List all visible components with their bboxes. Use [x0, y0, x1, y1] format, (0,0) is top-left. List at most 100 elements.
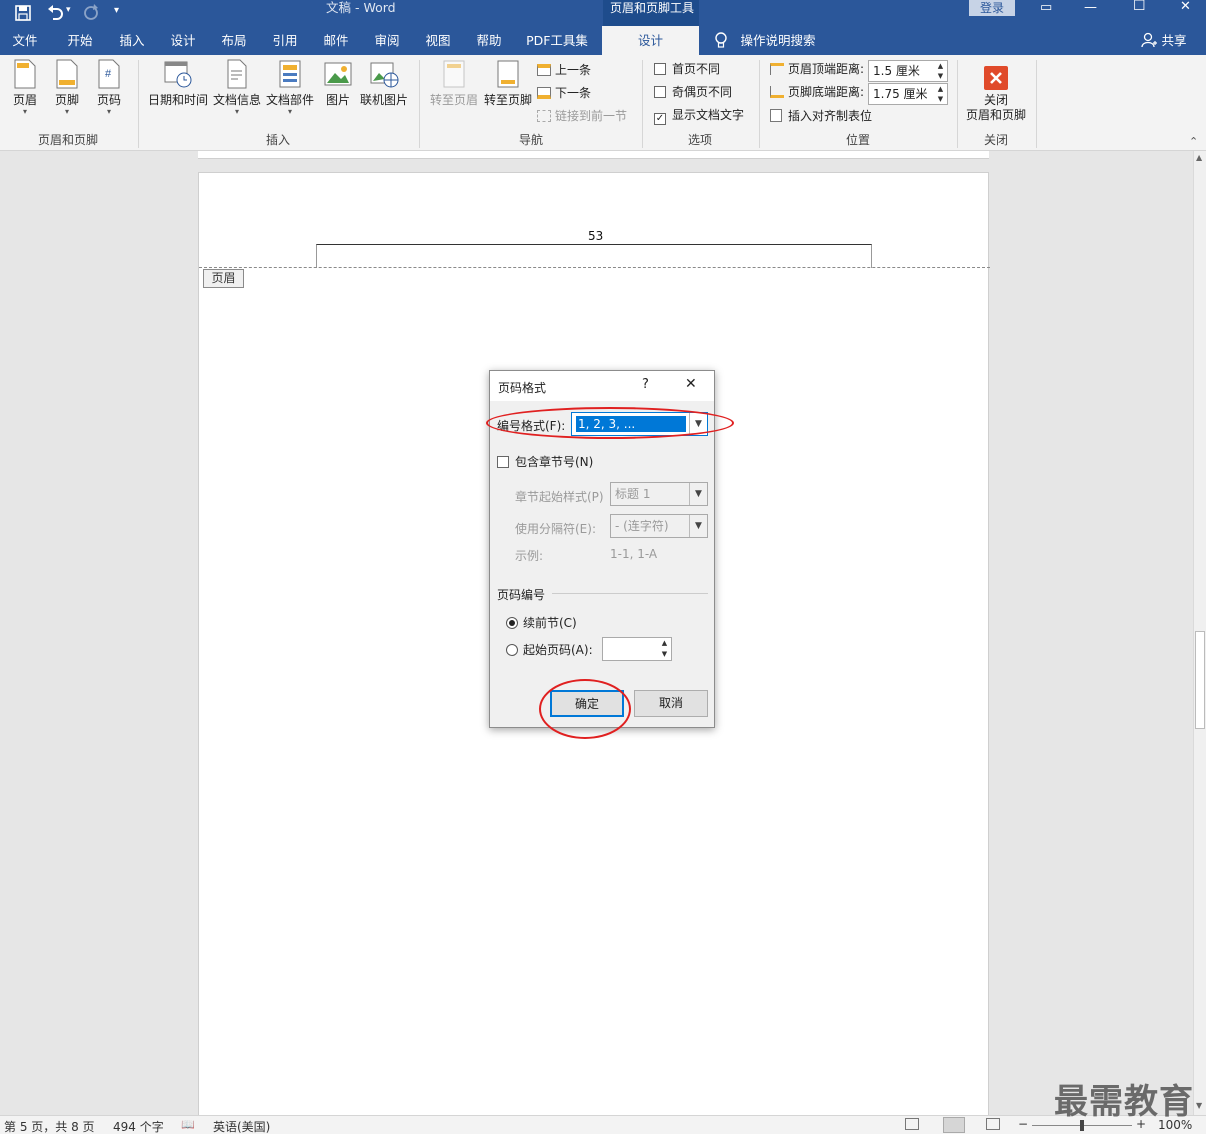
datetime-label: 日期和时间 [147, 93, 208, 107]
footer-button[interactable]: 页脚 ▾ [50, 59, 84, 116]
next-icon [537, 87, 551, 99]
separator-value: - (连字符) [615, 519, 669, 533]
proofing-icon[interactable]: 📖 [181, 1118, 195, 1131]
undo-icon[interactable] [46, 3, 64, 21]
start-at-label: 起始页码(A): [523, 643, 593, 657]
datetime-button[interactable]: 日期和时间 [146, 59, 210, 108]
quickparts-button[interactable]: 文档部件 ▾ [264, 59, 316, 116]
chevron-down-icon[interactable]: ▼ [689, 483, 707, 505]
tab-design[interactable]: 设计 [161, 26, 205, 55]
example-label: 示例: [515, 549, 544, 563]
header-top-spinner[interactable]: 1.5 厘米 ▲ ▼ [868, 60, 948, 82]
login-button[interactable]: 登录 [969, 0, 1015, 16]
picture-label: 图片 [325, 93, 350, 107]
customize-qat-icon[interactable]: ▾ [114, 5, 119, 16]
separator-combo[interactable]: - (连字符) ▼ [610, 514, 708, 538]
header-button[interactable]: 页眉 ▾ [8, 59, 42, 116]
chevron-down-icon: ▾ [234, 107, 239, 116]
show-document-text-checkbox[interactable]: ✓ 显示文档文字 [654, 105, 744, 125]
calendar-clock-icon [164, 61, 192, 88]
share-button[interactable]: 共享 [1158, 26, 1190, 55]
tab-file[interactable]: 文件 [4, 26, 46, 55]
cancel-button[interactable]: 取消 [634, 690, 708, 717]
goto-footer-button[interactable]: 转至页脚 [482, 59, 534, 108]
online-picture-button[interactable]: 联机图片 [358, 59, 410, 108]
page-count[interactable]: 第 5 页，共 8 页 [4, 1118, 95, 1134]
tab-mailings[interactable]: 邮件 [314, 26, 358, 55]
close-button[interactable]: ✕ [1180, 0, 1191, 14]
tab-pdf-tools[interactable]: PDF工具集 [520, 26, 594, 55]
different-odd-even-checkbox[interactable]: 奇偶页不同 [654, 82, 732, 102]
include-chapter-checkbox[interactable]: 包含章节号(N) [497, 453, 593, 470]
start-at-spinner[interactable]: ▲ ▼ [602, 637, 672, 661]
redo-icon[interactable] [82, 3, 100, 21]
web-layout-icon[interactable] [986, 1118, 1000, 1130]
group-label-options: 选项 [687, 133, 712, 147]
goto-header-button[interactable]: 转至页眉 [428, 59, 480, 108]
dialog-close-button[interactable]: ✕ [685, 376, 697, 392]
tab-layout[interactable]: 布局 [212, 26, 256, 55]
group-divider [138, 60, 139, 148]
scroll-thumb[interactable] [1195, 631, 1205, 729]
maximize-button[interactable]: ☐ [1133, 0, 1146, 14]
checkbox-box [654, 86, 666, 98]
tab-hf-design[interactable]: 设计 [602, 26, 699, 55]
start-at-radio[interactable]: 起始页码(A): [506, 641, 593, 658]
page-number-icon: # [98, 59, 120, 89]
link-icon [537, 110, 551, 122]
vertical-scrollbar[interactable]: ▲ ▼ [1193, 151, 1206, 1115]
next-button[interactable]: 下一条 [537, 83, 591, 103]
picture-button[interactable]: 图片 [322, 59, 354, 108]
spinner-arrows-icon[interactable]: ▲ ▼ [658, 638, 671, 660]
word-count[interactable]: 494 个字 [113, 1118, 164, 1134]
chevron-down-icon: ▾ [64, 107, 69, 116]
zoom-out-button[interactable]: − [1018, 1117, 1028, 1131]
close-header-footer-button[interactable]: 关闭 页眉和页脚 [962, 59, 1030, 123]
read-mode-icon[interactable] [905, 1118, 919, 1130]
previous-button[interactable]: 上一条 [537, 60, 591, 80]
footer-bottom-distance-label: 页脚底端距离: [770, 82, 864, 102]
continue-previous-radio[interactable]: 续前节(C) [506, 614, 577, 631]
header-distance-icon [770, 63, 784, 75]
scroll-up-icon[interactable]: ▲ [1196, 153, 1202, 162]
collapse-ribbon-icon[interactable]: ⌃ [1189, 135, 1198, 148]
window-title: 文稿 - Word [326, 0, 396, 15]
save-icon[interactable] [14, 4, 32, 22]
tell-me-search[interactable]: 操作说明搜索 [735, 26, 821, 55]
page-number-label: 页码 [96, 93, 121, 107]
minimize-button[interactable]: — [1084, 0, 1097, 15]
ribbon-display-options-icon[interactable]: ▭ [1040, 0, 1052, 15]
scroll-down-icon[interactable]: ▼ [1196, 1101, 1202, 1110]
link-previous-button[interactable]: 链接到前一节 [537, 106, 627, 126]
header-page-number[interactable]: 53 [588, 229, 603, 243]
group-label-close: 关闭 [983, 133, 1008, 147]
insert-alignment-tab-button[interactable]: 插入对齐制表位 [770, 106, 872, 126]
help-button[interactable]: ? [642, 377, 649, 392]
chapter-style-combo[interactable]: 标题 1 ▼ [610, 482, 708, 506]
checkbox-box [654, 63, 666, 75]
tab-home[interactable]: 开始 [58, 26, 102, 55]
lightbulb-icon [714, 32, 728, 50]
docinfo-button[interactable]: 文档信息 ▾ [212, 59, 262, 116]
chevron-down-icon[interactable]: ▼ [689, 515, 707, 537]
different-first-page-checkbox[interactable]: 首页不同 [654, 59, 720, 79]
undo-dropdown-icon[interactable]: ▾ [66, 5, 71, 15]
separator-label: 使用分隔符(E): [515, 522, 596, 536]
header-top-text: 页眉顶端距离: [788, 62, 865, 76]
language[interactable]: 英语(美国) [213, 1118, 270, 1134]
footer-bottom-spinner[interactable]: 1.75 厘米 ▲ ▼ [868, 83, 948, 105]
header-tag: 页眉 [203, 269, 244, 288]
tab-insert[interactable]: 插入 [110, 26, 154, 55]
tab-references[interactable]: 引用 [263, 26, 307, 55]
tab-review[interactable]: 审阅 [365, 26, 409, 55]
print-layout-icon[interactable] [943, 1117, 965, 1133]
goto-header-icon [443, 60, 465, 88]
show-doc-text-label: 显示文档文字 [672, 108, 745, 122]
page-numbering-section-label: 页码编号 [497, 588, 546, 602]
tab-view[interactable]: 视图 [416, 26, 460, 55]
dialog-titlebar: 页码格式 ? ✕ [490, 371, 714, 401]
page-number-button[interactable]: # 页码 ▾ [92, 59, 126, 116]
tab-help[interactable]: 帮助 [467, 26, 511, 55]
spinner-arrows-icon[interactable]: ▲ ▼ [934, 84, 947, 104]
spinner-arrows-icon[interactable]: ▲ ▼ [934, 61, 947, 81]
